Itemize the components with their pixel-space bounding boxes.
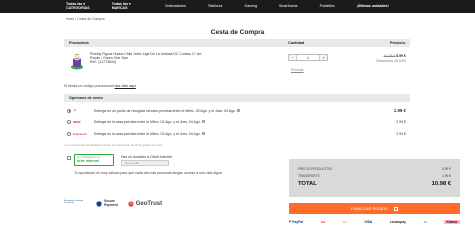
donation-checkbox[interactable] (67, 156, 71, 160)
products-header: Producto/s Cantidad Precio/u. (64, 39, 410, 47)
quantity-decrease-button[interactable]: − (289, 55, 296, 60)
nav-ordenadores[interactable]: Ordenadores (165, 4, 186, 9)
products-header-quantity: Cantidad (288, 41, 305, 45)
maestro-icon: ●● (342, 220, 347, 224)
nav-ultimas-unidades[interactable]: ¡Últimas unidades! (357, 4, 389, 9)
breadcrumb[interactable]: Inicio / Cesta de Compra (66, 17, 105, 21)
nav-brands[interactable]: Todas las ▾ MARCAS (112, 2, 131, 11)
shipping-description-text: Entrega en un punto de recogida cercano … (94, 108, 236, 113)
shipping-radio[interactable] (67, 119, 71, 124)
secure-payment-badge: Secure Payment (96, 200, 118, 207)
orbe-logo: SI CONTRIBUIMOS CON orbe Internet (74, 154, 114, 166)
geotrust-label: GeoTrust (135, 201, 163, 207)
product-name[interactable]: Pixeloy Figura Hucha Chibi Joker Liga De… (90, 52, 210, 64)
summary-total-row: TOTAL 10.98 € (298, 181, 451, 187)
remove-item-link[interactable]: Eliminar (291, 68, 304, 72)
donation-note: Tu aportación es muy valiosa para que ca… (74, 171, 222, 175)
checkout-label: FINALIZAR PEDIDO (351, 206, 388, 211)
lock-icon (393, 206, 398, 211)
shipping-price: 2.99 € (396, 119, 406, 124)
products-header-product: Producto/s (69, 41, 89, 45)
payment-methods: P PayPal ●● ●● VISA ♦scalapay ▭ Klarna. (289, 218, 460, 226)
quantity-value[interactable]: 1 (296, 55, 320, 60)
shipping-description: Entrega en la casa prevista entre el Mié… (94, 132, 205, 136)
info-icon[interactable]: i (201, 132, 205, 136)
card-icon: ▭ (423, 220, 427, 224)
shipping-description-text: Entrega en la casa prevista entre el Mié… (94, 119, 201, 124)
mastercard-icon: ●● (320, 220, 325, 224)
info-icon[interactable]: i (201, 120, 205, 124)
nav-gaming[interactable]: Gaming (244, 4, 257, 9)
donation-title: Haz un donativo a Orbet Internet (121, 155, 172, 159)
quantity-increase-button[interactable]: + (320, 55, 327, 60)
summary-products-value: 8.99 € (442, 167, 451, 171)
cart-item: Pixeloy Figura Hucha Chibi Joker Liga De… (64, 50, 410, 76)
shipping-description: Entrega en un punto de recogida cercano … (94, 109, 240, 113)
product-image[interactable] (70, 52, 84, 70)
checkout-button[interactable]: FINALIZAR PEDIDO (289, 203, 460, 214)
ecommerce-europe-badge[interactable]: Ecommerce Europe Trustmark (64, 200, 86, 209)
shipping-header-label: Opciones de envío (69, 96, 103, 100)
trust-badges: Ecommerce Europe Trustmark Secure Paymen… (64, 196, 162, 212)
coupon-text: Si tienes un código promocional (64, 84, 115, 88)
coupon-link[interactable]: haz click aquí (115, 84, 136, 88)
shipping-note: Los envíos a las Islas Baleares tienen u… (64, 143, 164, 147)
old-price: 16.38 € (383, 54, 396, 58)
express-logo: ExpressX (73, 131, 87, 136)
shipping-description: Entrega en la casa prevista entre el Mié… (94, 120, 205, 124)
nav-categories[interactable]: Todas las ▾ CATEGORÍAS (66, 2, 90, 11)
geotrust-badge[interactable]: GeoTrust (128, 201, 162, 207)
shipping-radio[interactable] (67, 131, 71, 136)
shield-icon (96, 201, 102, 207)
top-navigation: Todas las ▾ CATEGORÍAS Todas las ▾ MARCA… (0, 0, 475, 13)
shipping-header: Opciones de envío (64, 94, 410, 102)
geotrust-icon (128, 201, 134, 207)
shipping-option-pickup[interactable]: 📍 Entrega en un punto de recogida cercan… (64, 106, 410, 115)
pickup-point-icon: 📍 (73, 108, 77, 113)
page-title: Cesta de Compra (210, 29, 265, 36)
summary-transport-row: TRANSPORTE 1.99 € (298, 174, 451, 178)
product-price: 16.38 € 8.99 € (384, 54, 406, 58)
klarna-icon: Klarna. (444, 220, 460, 224)
shipping-option-mrw[interactable]: MRW Entrega en la casa prevista entre el… (64, 117, 410, 126)
nav-portatiles[interactable]: Portátiles (320, 4, 335, 9)
scalapay-icon: ♦scalapay (389, 220, 406, 224)
quantity-stepper: − 1 + (288, 54, 328, 61)
mrw-logo: MRW (73, 119, 81, 124)
discount-label: Descuento 45.04% (376, 59, 406, 63)
new-price: 8.99 € (396, 54, 406, 58)
info-icon[interactable]: i (236, 109, 240, 113)
order-summary: PRECIO PRODUCTO/S 8.99 € TRANSPORTE 1.99… (289, 159, 460, 197)
coupon-line: Si tienes un código promocional haz clic… (64, 84, 136, 88)
summary-products-row: PRECIO PRODUCTO/S 8.99 € (298, 167, 451, 171)
summary-total-value: 10.98 € (431, 181, 451, 187)
summary-transport-value: 1.99 € (442, 174, 451, 178)
nav-telefonia[interactable]: Telefonía (208, 4, 223, 9)
summary-products-label: PRECIO PRODUCTO/S (298, 167, 333, 171)
summary-total-label: TOTAL (298, 181, 317, 187)
orbe-name: orbe Internet (77, 159, 99, 163)
visa-icon: VISA (364, 220, 373, 224)
products-header-price: Precio/u. (389, 41, 406, 45)
secure-payment-label: Secure Payment (104, 199, 118, 207)
summary-transport-label: TRANSPORTE (298, 174, 320, 178)
shipping-price: 1.99 € (393, 108, 406, 113)
shipping-description-text: Entrega en la casa prevista entre el Mié… (94, 131, 201, 136)
paypal-icon: P PayPal (289, 220, 304, 224)
shipping-radio[interactable] (67, 108, 71, 113)
shipping-price: 2.99 € (396, 131, 406, 136)
donation-select[interactable]: Dona 1 €€ (121, 160, 169, 166)
shipping-option-express[interactable]: ExpressX Entrega en la casa prevista ent… (64, 129, 410, 138)
donation-section: SI CONTRIBUIMOS CON orbe Internet Haz un… (64, 154, 284, 190)
nav-smarthome[interactable]: Smarthome (279, 4, 298, 9)
product-ref: Ref.: (11773644) (90, 60, 117, 64)
